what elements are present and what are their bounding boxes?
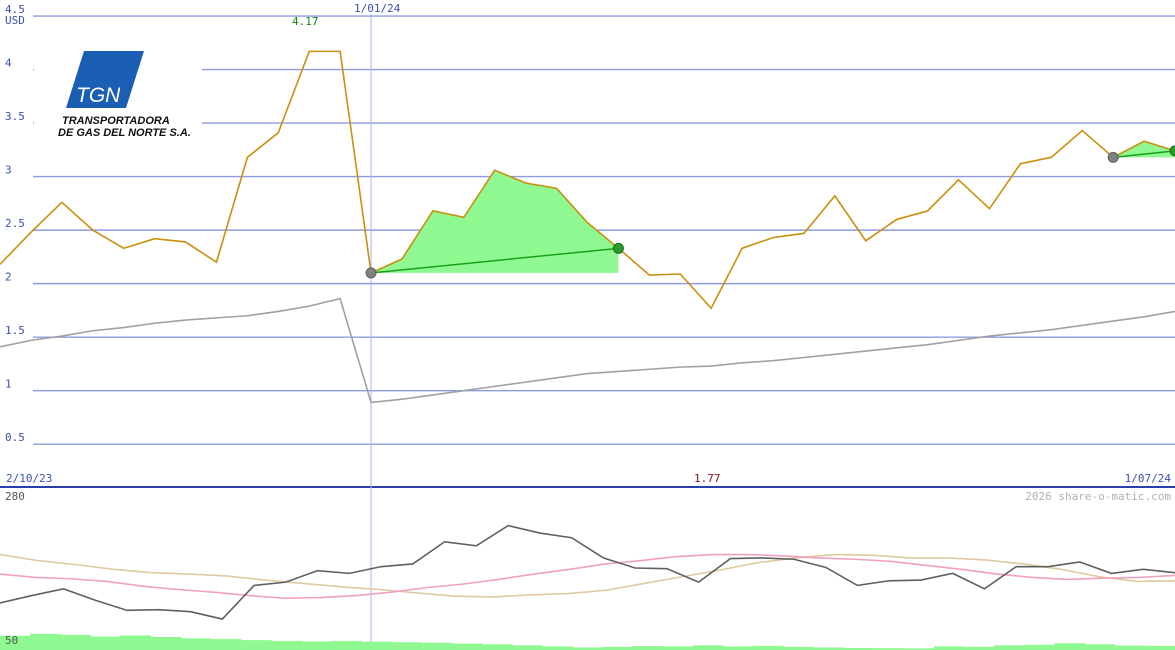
volume-bar — [391, 642, 423, 650]
logo-line-2: DE GAS DEL NORTE S.A. — [58, 127, 191, 139]
highlight-areas — [371, 141, 1175, 273]
credit-text: 2026 share-o-matic.com — [1025, 490, 1171, 503]
volume-bar — [933, 646, 965, 650]
volume-bar — [451, 643, 483, 650]
trend-start-marker-1 — [1107, 151, 1119, 163]
logo-mark-text: TGN — [76, 84, 121, 107]
indicator-line-2 — [0, 524, 1175, 620]
peak-value-label: 4.17 — [292, 15, 319, 28]
series-line-0 — [0, 297, 1175, 404]
y-tick-label: 3 — [5, 164, 12, 177]
volume-bar — [632, 646, 664, 650]
volume-bar — [482, 644, 513, 650]
trough-value-label: 1.77 — [694, 472, 721, 485]
lower-bottom-label: 50 — [5, 634, 18, 647]
volume-bar — [542, 646, 573, 650]
volume-bar — [1054, 643, 1086, 650]
volume-bar — [723, 646, 754, 650]
currency-label: USD — [5, 14, 25, 27]
y-tick-label: 4 — [5, 57, 12, 70]
volume-bar — [150, 637, 182, 650]
volume-bar — [90, 636, 122, 650]
marker-date-label: 1/01/24 — [354, 2, 401, 15]
highlight-area-1 — [1113, 141, 1175, 158]
trend-start-marker-0 — [365, 267, 377, 279]
volume-bar — [421, 642, 453, 650]
volume-bar — [1024, 644, 1055, 650]
volume-bar — [241, 640, 272, 650]
highlight-area-0 — [371, 170, 619, 273]
volume-bar — [301, 641, 332, 650]
volume-bar — [692, 645, 724, 650]
volume-bar — [512, 645, 543, 650]
logo-line-1: TRANSPORTADORA — [62, 115, 170, 127]
volume-bar — [30, 633, 61, 650]
upper-gridlines: 4.543.532.521.510.5 — [0, 3, 1175, 648]
indicator-lines — [0, 524, 1175, 620]
volume-bar — [994, 645, 1025, 650]
volume-bar — [1144, 645, 1175, 650]
lower-top-label: 280 — [5, 490, 25, 503]
volume-bar — [120, 635, 152, 650]
y-tick-label: 1 — [5, 378, 12, 391]
volume-bar — [1114, 645, 1146, 650]
volume-bar — [271, 640, 302, 650]
stock-chart: 4.543.532.521.510.5 TGN TRANSPORTADORA D… — [0, 2, 1175, 650]
volume-bar — [361, 641, 393, 650]
volume-bars — [0, 633, 1175, 650]
y-tick-label: 0.5 — [5, 431, 25, 444]
volume-bar — [180, 638, 212, 650]
volume-bar — [210, 639, 242, 650]
indicator-line-0 — [0, 553, 1175, 598]
volume-bar — [753, 645, 784, 650]
y-tick-label: 1.5 — [5, 324, 25, 337]
volume-bar — [331, 640, 363, 650]
y-tick-label: 2 — [5, 271, 12, 284]
start-date-label: 2/10/23 — [6, 472, 52, 485]
y-tick-label: 3.5 — [5, 110, 25, 123]
y-tick-label: 2.5 — [5, 217, 25, 230]
volume-bar — [60, 634, 91, 650]
volume-bar — [662, 646, 694, 650]
end-date-label: 1/07/24 — [1125, 472, 1172, 485]
volume-bar — [1084, 644, 1116, 650]
trend-end-marker-0 — [612, 242, 624, 254]
